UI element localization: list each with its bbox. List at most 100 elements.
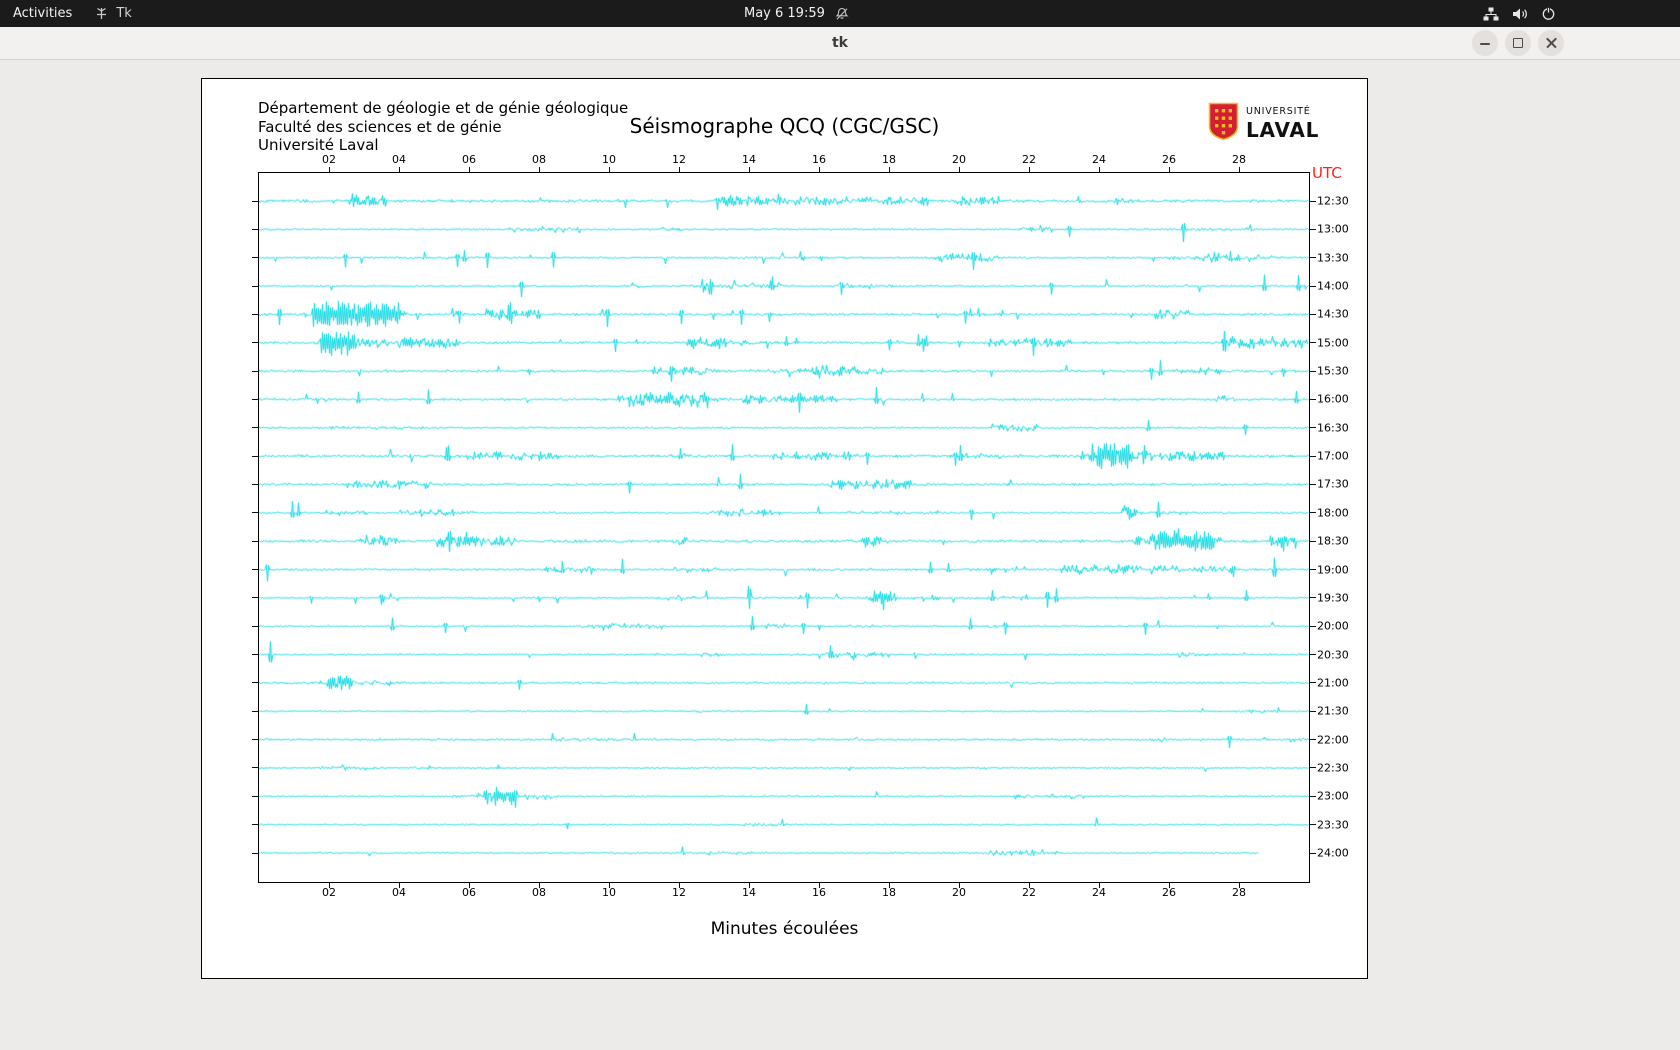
volume-icon xyxy=(1512,7,1528,21)
axis-tick-right xyxy=(1310,739,1316,741)
power-icon xyxy=(1541,6,1556,21)
x-tick-label: 04 xyxy=(392,886,406,899)
header-line-3: Université Laval xyxy=(258,136,379,154)
plot-title: Séismographe QCQ (CGC/GSC) xyxy=(629,114,940,138)
x-tick-label: 12 xyxy=(672,886,686,899)
maximize-icon xyxy=(1513,38,1523,48)
maximize-button[interactable] xyxy=(1505,30,1531,56)
x-tick-label: 28 xyxy=(1232,886,1246,899)
time-label: 16:30 xyxy=(1317,421,1349,435)
axis-tick-top xyxy=(1168,167,1170,172)
axis-tick-right xyxy=(1310,512,1316,514)
axis-tick-left xyxy=(252,824,258,826)
axis-tick-top xyxy=(398,167,400,172)
axis-tick-left xyxy=(252,370,258,372)
axis-tick-left xyxy=(252,682,258,684)
time-label: 15:00 xyxy=(1317,336,1349,350)
desktop-content: Département de géologie et de génie géol… xyxy=(0,60,1680,1050)
time-label: 22:30 xyxy=(1317,761,1349,775)
x-tick-label: 16 xyxy=(812,886,826,899)
axis-tick-right xyxy=(1310,710,1316,712)
axis-tick-left xyxy=(252,200,258,202)
time-label: 12:30 xyxy=(1317,194,1349,208)
axis-tick-left xyxy=(252,398,258,400)
axis-tick-right xyxy=(1310,427,1316,429)
focused-app-indicator[interactable]: Tk xyxy=(94,0,132,27)
axis-tick-left xyxy=(252,795,258,797)
axis-tick-right xyxy=(1310,625,1316,627)
x-tick-label: 10 xyxy=(602,886,616,899)
x-tick-label: 04 xyxy=(392,153,406,166)
time-label: 23:00 xyxy=(1317,789,1349,803)
time-label: 14:30 xyxy=(1317,307,1349,321)
x-tick-label: 28 xyxy=(1232,153,1246,166)
x-tick-label: 14 xyxy=(742,886,756,899)
x-tick-label: 24 xyxy=(1092,153,1106,166)
axis-tick-right xyxy=(1310,257,1316,259)
axis-tick-right xyxy=(1310,852,1316,854)
time-labels: 12:30 13:00 13:30 14:00 14:30 15:00 15:30 16:00… xyxy=(1317,79,1372,978)
time-label: 17:00 xyxy=(1317,449,1349,463)
axis-tick-left xyxy=(252,313,258,315)
x-tick-label: 06 xyxy=(462,886,476,899)
universite-laval-logo: UNIVERSITÉ LAVAL xyxy=(1208,102,1319,145)
x-labels-top: 02 04 06 08 10 12 14 16 18 20 22 24 26 28 xyxy=(259,153,1309,166)
time-label: 21:00 xyxy=(1317,676,1349,690)
minimize-button[interactable] xyxy=(1472,30,1498,56)
axis-tick-top xyxy=(678,167,680,172)
axis-tick-left xyxy=(252,625,258,627)
clock-button[interactable]: May 6 19:59 xyxy=(744,0,849,27)
axis-tick-top xyxy=(958,167,960,172)
axis-tick-left xyxy=(252,257,258,259)
x-tick-label: 22 xyxy=(1022,886,1036,899)
logo-universite-label: UNIVERSITÉ xyxy=(1246,106,1311,118)
axis-tick-top xyxy=(538,167,540,172)
time-label: 20:00 xyxy=(1317,619,1349,633)
axis-tick-top xyxy=(468,167,470,172)
axis-tick-right xyxy=(1310,824,1316,826)
seismograph-window: Département de géologie et de génie géol… xyxy=(201,78,1368,979)
window-titlebar[interactable]: tk xyxy=(0,27,1680,60)
axis-tick-right xyxy=(1310,313,1316,315)
axis-tick-right xyxy=(1310,483,1316,485)
x-tick-label: 12 xyxy=(672,153,686,166)
x-tick-label: 20 xyxy=(952,886,966,899)
axis-tick-left xyxy=(252,483,258,485)
activities-button[interactable]: Activities xyxy=(0,0,85,27)
axis-tick-right xyxy=(1310,200,1316,202)
x-tick-label: 10 xyxy=(602,153,616,166)
x-tick-label: 16 xyxy=(812,153,826,166)
x-tick-label: 20 xyxy=(952,153,966,166)
time-label: 18:00 xyxy=(1317,506,1349,520)
axis-tick-right xyxy=(1310,228,1316,230)
axis-tick-right xyxy=(1310,455,1316,457)
axis-tick-right xyxy=(1310,569,1316,571)
close-button[interactable] xyxy=(1538,30,1564,56)
axis-tick-left xyxy=(252,540,258,542)
notifications-disabled-icon xyxy=(835,7,849,21)
close-icon xyxy=(1545,37,1558,50)
axis-tick-top xyxy=(818,167,820,172)
axis-tick-right xyxy=(1310,285,1316,287)
axis-tick-top xyxy=(328,167,330,172)
minimize-icon xyxy=(1480,42,1490,45)
axis-tick-left xyxy=(252,427,258,429)
axis-tick-right xyxy=(1310,398,1316,400)
axis-tick-left xyxy=(252,597,258,599)
axis-tick-right xyxy=(1310,540,1316,542)
time-label: 13:30 xyxy=(1317,251,1349,265)
axis-tick-left xyxy=(252,228,258,230)
time-label: 14:00 xyxy=(1317,279,1349,293)
axis-tick-left xyxy=(252,654,258,656)
axis-tick-top xyxy=(1238,167,1240,172)
x-tick-label: 06 xyxy=(462,153,476,166)
axis-tick-top xyxy=(608,167,610,172)
laval-shield-icon xyxy=(1208,102,1239,145)
time-label: 13:00 xyxy=(1317,222,1349,236)
x-tick-label: 02 xyxy=(322,153,336,166)
axis-tick-top xyxy=(888,167,890,172)
x-tick-label: 22 xyxy=(1022,153,1036,166)
time-label: 15:30 xyxy=(1317,364,1349,378)
axis-tick-left xyxy=(252,739,258,741)
system-status-area[interactable] xyxy=(1483,0,1556,27)
